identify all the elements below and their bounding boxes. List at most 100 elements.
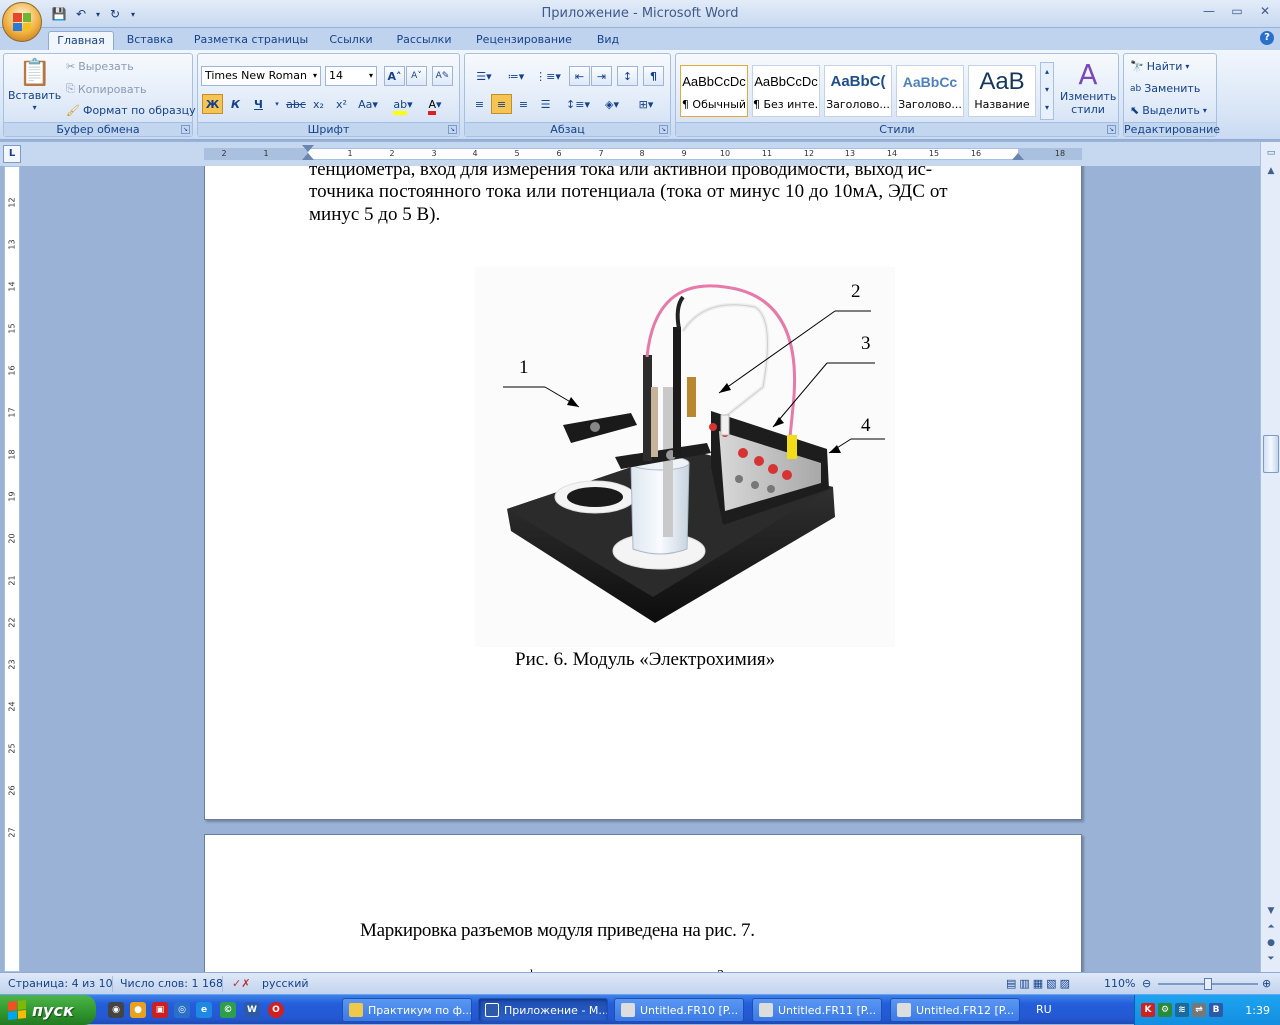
previous-page-icon[interactable]: ⏶	[1263, 922, 1279, 936]
align-right-icon[interactable]: ≡	[513, 94, 534, 114]
opera-icon[interactable]: O	[268, 1002, 284, 1018]
antivirus-icon[interactable]: K	[1141, 1003, 1155, 1017]
help-icon[interactable]: ?	[1260, 31, 1274, 45]
highlight-button[interactable]: ab▾	[388, 94, 418, 115]
paste-button[interactable]: 📋 Вставить ▾	[8, 58, 61, 112]
style-no-spacing[interactable]: AaBbCcDc ¶ Без инте...	[752, 65, 820, 117]
change-styles-button[interactable]: A Изменить стили	[1060, 60, 1116, 117]
dialog-launcher-icon[interactable]: ↘	[181, 125, 190, 134]
zoom-level[interactable]: 110%	[1104, 977, 1135, 990]
desktop-icon[interactable]: ◉	[108, 1002, 124, 1018]
scroll-thumb[interactable]	[1263, 435, 1279, 473]
chevron-down-icon[interactable]: ▾	[272, 94, 282, 114]
copy-button[interactable]: ⎘ Копировать	[66, 82, 147, 96]
ie-icon[interactable]: e	[196, 1002, 212, 1018]
tab-insert[interactable]: Вставка	[120, 31, 180, 50]
chevron-down-icon[interactable]: ▾	[313, 67, 317, 85]
superscript-button[interactable]: x²	[331, 94, 352, 114]
word-count[interactable]: Число слов: 1 168	[120, 977, 223, 990]
zoom-in-icon[interactable]: ⊕	[1262, 977, 1271, 990]
office-button[interactable]	[2, 2, 42, 42]
scroll-down-icon[interactable]: ▼	[1263, 906, 1279, 920]
style-title[interactable]: AaB Название	[968, 65, 1036, 117]
justify-icon[interactable]: ☰	[535, 94, 556, 114]
underline-button[interactable]: Ч	[248, 94, 269, 114]
multilevel-list-icon[interactable]: ⋮≡▾	[533, 66, 563, 86]
browse-object-icon[interactable]: ●	[1263, 938, 1279, 952]
shrink-font-button[interactable]: A˅	[406, 66, 427, 86]
style-heading-1[interactable]: AaBbC( Заголово...	[824, 65, 892, 117]
dialog-launcher-icon[interactable]: ↘	[659, 125, 668, 134]
subscript-button[interactable]: x₂	[308, 94, 329, 114]
tab-mailings[interactable]: Рассылки	[390, 31, 458, 50]
proofing-icon[interactable]: ✓✗	[232, 977, 250, 990]
hanging-indent-marker[interactable]	[302, 153, 314, 160]
tray-icon[interactable]: B	[1209, 1003, 1223, 1017]
align-left-icon[interactable]: ≡	[469, 94, 490, 114]
page-indicator[interactable]: Страница: 4 из 10	[8, 977, 113, 990]
tab-review[interactable]: Рецензирование	[468, 31, 580, 50]
dialog-launcher-icon[interactable]: ↘	[1107, 125, 1116, 134]
taskbar-button[interactable]: Untitled.FR12 [P...	[890, 998, 1020, 1022]
zoom-out-icon[interactable]: ⊖	[1142, 977, 1151, 990]
tab-view[interactable]: Вид	[590, 31, 626, 50]
scroll-up-icon[interactable]: ▲	[1263, 166, 1279, 180]
minimize-icon[interactable]: —	[1198, 4, 1220, 20]
right-indent-marker[interactable]	[1012, 153, 1024, 160]
italic-button[interactable]: К	[225, 94, 246, 114]
zoom-slider-thumb[interactable]	[1204, 978, 1212, 990]
page[interactable]: Маркировка разъемов модуля приведена на …	[204, 834, 1082, 972]
font-color-button[interactable]: A▾	[420, 94, 450, 115]
network-icon[interactable]: ≋	[1175, 1003, 1189, 1017]
first-line-indent-marker[interactable]	[302, 145, 314, 152]
language-indicator[interactable]: русский	[262, 977, 309, 990]
taskbar-button[interactable]: Практикум по ф...	[342, 998, 472, 1022]
tab-home[interactable]: Главная	[48, 31, 114, 50]
tab-page-layout[interactable]: Разметка страницы	[190, 31, 312, 50]
maximize-icon[interactable]: ▭	[1226, 4, 1248, 20]
browser-icon[interactable]: ●	[130, 1002, 146, 1018]
show-marks-button[interactable]: ¶	[643, 66, 664, 86]
bullets-icon[interactable]: ☰▾	[469, 66, 499, 86]
cut-button[interactable]: ✂ Вырезать	[66, 60, 134, 73]
chevron-down-icon[interactable]: ▾	[369, 67, 373, 85]
replace-button[interactable]: ab Заменить	[1130, 82, 1200, 95]
style-normal[interactable]: AaBbCcDc ¶ Обычный	[680, 65, 748, 117]
numbering-icon[interactable]: ≔▾	[501, 66, 531, 86]
word-icon[interactable]: W	[244, 1002, 260, 1018]
tab-selector-icon[interactable]: L	[3, 145, 21, 163]
strikethrough-button[interactable]: abc	[284, 94, 308, 114]
start-button[interactable]: пуск	[0, 995, 96, 1025]
taskbar-button[interactable]: Untitled.FR10 [P...	[614, 998, 744, 1022]
select-button[interactable]: ⬉ Выделить ▾	[1130, 104, 1207, 117]
usb-icon[interactable]: ⇌	[1192, 1003, 1206, 1017]
media-icon[interactable]: ◎	[174, 1002, 190, 1018]
page[interactable]: тенциометра, вход для измерения тока или…	[204, 166, 1082, 820]
tray-icon[interactable]: ⚙	[1158, 1003, 1172, 1017]
increase-indent-icon[interactable]: ⇥	[591, 66, 612, 86]
document-area[interactable]: тенциометра, вход для измерения тока или…	[22, 166, 1260, 972]
grow-font-button[interactable]: A˄	[384, 66, 405, 86]
taskbar-button[interactable]: Приложение - М...	[478, 998, 608, 1022]
sort-icon[interactable]: ↕	[617, 66, 638, 86]
borders-icon[interactable]: ⊞▾	[631, 94, 661, 114]
app-icon[interactable]: ©	[220, 1002, 236, 1018]
shading-icon[interactable]: ◈▾	[597, 94, 627, 114]
styles-scroll[interactable]: ▴ ▾ ▾	[1040, 62, 1054, 120]
font-name-combo[interactable]: Times New Roman ▾	[201, 66, 321, 86]
align-center-icon[interactable]: ≡	[491, 94, 512, 114]
decrease-indent-icon[interactable]: ⇤	[569, 66, 590, 86]
change-case-button[interactable]: Аа▾	[354, 94, 382, 114]
vertical-scrollbar[interactable]: ▭ ▲ ▼ ⏶ ● ⏷	[1260, 142, 1280, 972]
close-icon[interactable]: ✕	[1254, 4, 1276, 20]
language-bar[interactable]: RU	[1036, 1003, 1052, 1016]
style-heading-2[interactable]: AaBbCc Заголово...	[896, 65, 964, 117]
ruler-toggle-icon[interactable]: ▭	[1263, 148, 1279, 162]
line-spacing-icon[interactable]: ↕≡▾	[563, 94, 593, 114]
dialog-launcher-icon[interactable]: ↘	[448, 125, 457, 134]
find-button[interactable]: 🔭 Найти ▾	[1130, 60, 1189, 73]
view-buttons[interactable]: ▤▥▦▧▨	[1006, 977, 1073, 990]
taskbar-button[interactable]: Untitled.FR11 [P...	[752, 998, 882, 1022]
bold-button[interactable]: Ж	[202, 94, 223, 114]
clock[interactable]: 1:39	[1245, 1004, 1270, 1017]
